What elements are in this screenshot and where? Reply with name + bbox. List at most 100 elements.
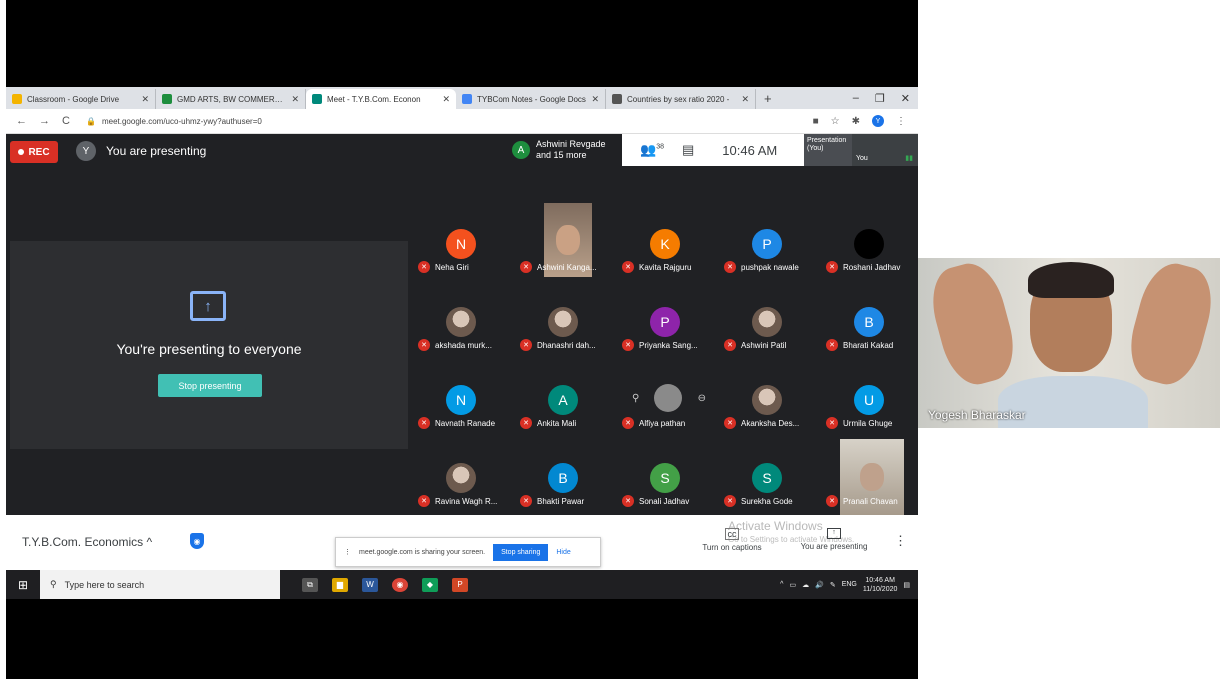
video-face [860, 463, 884, 491]
mic-off-icon: ✕ [622, 417, 634, 429]
taskbar-apps: ⧉ ▆ W ◉ ◆ P [302, 577, 468, 592]
participant-name: pushpak nawale [741, 262, 799, 272]
chevron-up-icon: ^ [146, 535, 153, 549]
participant-avatar: N [446, 385, 476, 415]
url-text: meet.google.com/uco-uhmz-ywy?authuser=0 [101, 116, 262, 126]
browser-tab[interactable]: TYBCom Notes - Google Docs ✕ [456, 89, 606, 109]
participant-tile[interactable]: U ✕ Urmila Ghuge [820, 359, 918, 437]
taskbar-clock[interactable]: 10:46 AM 11/10/2020 [863, 576, 898, 594]
hide-button[interactable]: Hide [556, 549, 570, 556]
presenting-message: You're presenting to everyone [116, 341, 302, 357]
stop-presenting-button[interactable]: Stop presenting [158, 374, 262, 397]
remove-icon[interactable]: ⊖ [698, 393, 706, 404]
camera-icon[interactable]: ■ [813, 116, 819, 127]
minimize-icon[interactable]: – [853, 92, 859, 104]
forward-icon[interactable]: → [39, 115, 50, 127]
new-tab-button[interactable]: + [756, 89, 780, 109]
participant-tile[interactable]: P ✕ pushpak nawale [718, 203, 820, 281]
participant-tile[interactable]: K ✕ Kavita Rajguru [616, 203, 718, 281]
participant-tile[interactable]: ✕ Ashwini Kanga... [514, 203, 616, 281]
word-icon[interactable]: W [362, 577, 378, 592]
drag-handle-icon[interactable]: ⋮ [344, 548, 351, 556]
meeting-details[interactable]: T.Y.B.Com. Economics ^ [22, 535, 152, 549]
volume-icon[interactable]: 🔊 [815, 581, 824, 589]
pin-icon[interactable]: ⚲ [632, 393, 639, 404]
stop-sharing-button[interactable]: Stop sharing [493, 543, 549, 561]
file-explorer-icon[interactable]: ▆ [332, 577, 348, 592]
pen-icon[interactable]: ✎ [830, 581, 836, 589]
tab-close-icon[interactable]: ✕ [141, 94, 149, 105]
chat-icon[interactable]: ▤ [682, 142, 694, 158]
participant-tile[interactable]: ✕ Akanksha Des... [718, 359, 820, 437]
tab-close-icon[interactable]: ✕ [442, 94, 450, 105]
reload-icon[interactable]: C [62, 115, 70, 127]
browser-tab[interactable]: Meet - T.Y.B.Com. Econon ✕ [306, 89, 456, 109]
profile-avatar[interactable]: Y [872, 115, 884, 127]
windows-start-icon[interactable]: ⊞ [6, 578, 40, 592]
tab-close-icon[interactable]: ✕ [291, 94, 299, 105]
mic-off-icon: ✕ [724, 339, 736, 351]
extensions-icon[interactable]: ✱ [852, 116, 860, 127]
browser-tab[interactable]: GMD ARTS, BW COMMERCE & ✕ [156, 89, 306, 109]
participant-tile[interactable]: S ✕ Surekha Gode [718, 437, 820, 515]
menu-icon[interactable]: ⋮ [896, 116, 906, 127]
mic-off-icon: ✕ [520, 417, 532, 429]
participant-tile[interactable]: B ✕ Bhakti Pawar [514, 437, 616, 515]
cloud-icon[interactable]: ☁ [802, 581, 809, 589]
participant-avatar [752, 385, 782, 415]
participant-tile[interactable]: ✕ Dhanashri dah... [514, 281, 616, 359]
taskbar-search[interactable]: ⚲ Type here to search [40, 570, 280, 599]
mic-off-icon: ✕ [418, 417, 430, 429]
battery-icon[interactable]: ▭ [789, 581, 796, 589]
participant-tile[interactable]: N ✕ Navnath Ranade [412, 359, 514, 437]
meeting-name: T.Y.B.Com. Economics [22, 535, 144, 549]
notification-icon[interactable]: ▤ [903, 581, 910, 589]
chrome-icon[interactable]: ◉ [392, 577, 408, 592]
task-view-icon[interactable]: ⧉ [302, 577, 318, 592]
more-options-icon[interactable]: ⋮ [894, 533, 907, 549]
tab-close-icon[interactable]: ✕ [741, 94, 749, 105]
presenting-button[interactable]: ↑ You are presenting [792, 528, 876, 551]
tab-favicon-icon [12, 94, 22, 104]
shield-icon[interactable]: ◉ [190, 533, 204, 549]
participant-grid: N ✕ Neha Giri ✕ Ashwini Kanga... K ✕ Kavita Raj… [412, 203, 918, 515]
star-icon[interactable]: ☆ [831, 116, 840, 127]
participant-name: Pranali Chavan [843, 496, 898, 506]
participant-name: Roshani Jadhav [843, 262, 901, 272]
participant-tile[interactable]: ✕ Roshani Jadhav [820, 203, 918, 281]
restore-icon[interactable]: ❐ [875, 92, 885, 105]
participant-name: Bharati Kakad [843, 340, 894, 350]
participant-tile[interactable]: ✕ Pranali Chavan [820, 437, 918, 515]
participant-name: Neha Giri [435, 262, 469, 272]
close-window-icon[interactable]: ✕ [901, 92, 910, 105]
app-icon[interactable]: ◆ [422, 577, 438, 592]
mic-off-icon: ✕ [826, 495, 838, 507]
powerpoint-icon[interactable]: P [452, 577, 468, 592]
url-field[interactable]: 🔒 meet.google.com/uco-uhmz-ywy?authuser=0 [86, 117, 813, 126]
mini-you-label: You [856, 155, 868, 162]
participant-tile[interactable]: A ✕ Ankita Mali [514, 359, 616, 437]
participant-tile[interactable]: ✕ akshada murk... [412, 281, 514, 359]
mini-presentation-tile[interactable]: Presentation (You) [804, 134, 852, 166]
back-icon[interactable]: ← [16, 115, 27, 127]
mini-self-tile[interactable]: You ▮▮ [852, 134, 918, 166]
browser-tab[interactable]: Classroom - Google Drive ✕ [6, 89, 156, 109]
participant-tile[interactable]: N ✕ Neha Giri [412, 203, 514, 281]
participant-tile[interactable]: ⚲ ⊖ ✕ Alfiya pathan [616, 359, 718, 437]
tab-close-icon[interactable]: ✕ [591, 94, 599, 105]
participant-tile[interactable]: P ✕ Priyanka Sang... [616, 281, 718, 359]
participant-tile[interactable]: B ✕ Bharati Kakad [820, 281, 918, 359]
people-button[interactable]: 👥38 [640, 142, 664, 158]
participant-tile[interactable]: ✕ Ashwini Patil [718, 281, 820, 359]
presenter-hair [1028, 262, 1114, 298]
browser-tab[interactable]: Countries by sex ratio 2020 - ✕ [606, 89, 756, 109]
captions-button[interactable]: cc Turn on captions [692, 528, 772, 552]
participant-tile[interactable]: ✕ Ravina Wagh R... [412, 437, 514, 515]
tray-chevron-icon[interactable]: ^ [780, 581, 783, 588]
meet-top-panel: 👥38 ▤ 10:46 AM [622, 134, 804, 166]
participant-name: akshada murk... [435, 340, 492, 350]
language-indicator[interactable]: ENG [842, 581, 857, 588]
joined-notice[interactable]: A Ashwini Revgade and 15 more [506, 134, 622, 166]
participant-tile[interactable]: S ✕ Sonali Jadhav [616, 437, 718, 515]
participant-name: Surekha Gode [741, 496, 793, 506]
